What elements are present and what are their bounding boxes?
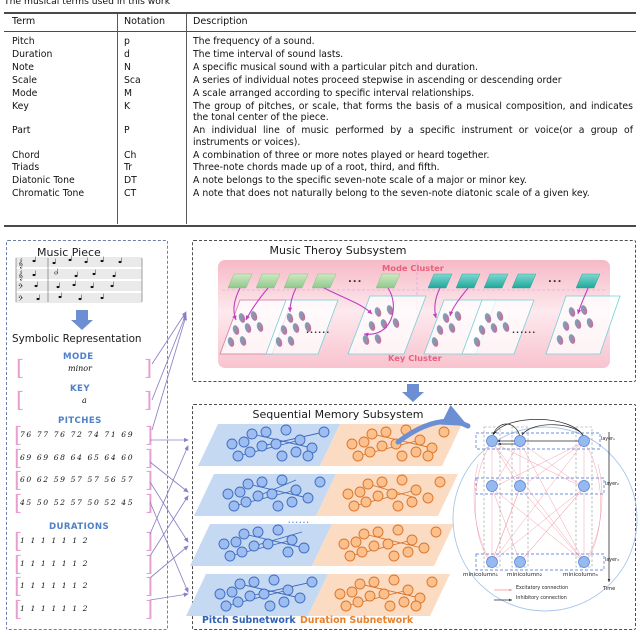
cell-term: Scale (12, 74, 38, 86)
cell-term: Duration (12, 48, 53, 60)
bracket-right-duration-0: ] (145, 529, 154, 553)
duration-row: 1 1 1 1 1 1 2 (20, 581, 90, 590)
cell-term: Pitch (12, 36, 35, 47)
cell-description: The group of pitches, or scale, that for… (193, 100, 633, 124)
cell-term: Note (12, 61, 35, 73)
duration-row: 1 1 1 1 1 1 2 (20, 536, 90, 545)
cell-description: The time interval of sound lasts. (193, 48, 344, 60)
table-caption: The musical terms used in this work (4, 0, 171, 7)
duration-row: 1 1 1 1 1 1 2 (20, 603, 90, 613)
bracket-right-pitch-3: ] (145, 490, 154, 515)
pitches-label: PITCHES (58, 416, 102, 426)
table-column-divider-2 (186, 14, 188, 224)
layer-2-label: layer₂ (605, 482, 619, 487)
pitch-subnetwork-label: Pitch Subnetwork (202, 615, 296, 626)
column-header-description: Description (193, 16, 248, 27)
memory-ellipsis: ...... (288, 517, 310, 525)
legend-inhibitory-label: Inhibitory connection (516, 596, 567, 601)
musical-terms-table: The musical terms used in this work Term… (0, 0, 640, 232)
layer-1-label: layer₁ (601, 437, 615, 442)
table-bottom-rule (4, 225, 636, 228)
bracket-right-pitch-1: ] (145, 445, 154, 470)
cell-notation: M (124, 87, 133, 99)
key-ellipsis-right: ...... (512, 326, 537, 335)
svg-text:𝄞: 𝄞 (18, 258, 23, 269)
cell-notation: K (124, 100, 131, 112)
time-axis-label: Time (603, 586, 616, 592)
cell-description: Three-note chords made up of a root, thi… (193, 162, 440, 174)
minicolumn-1-label: minicolumn₁ (463, 572, 498, 578)
bracket-left-mode: [ (16, 356, 25, 380)
cell-term: Mode (12, 87, 38, 99)
key-value: a (82, 396, 87, 405)
architecture-diagram: Music Piece 𝄞 𝄞 𝄢 𝄢 Symbolic Representat… (0, 234, 640, 635)
pitch-row: 60 62 59 57 57 56 57 (20, 475, 135, 484)
cell-notation: N (124, 61, 131, 73)
cell-term: Diatonic Tone (12, 175, 75, 187)
sequential-memory-subsystem-title: Sequential Memory Subsystem (252, 408, 424, 421)
symbolic-representation-title: Symbolic Representation (12, 333, 142, 345)
svg-text:𝄞: 𝄞 (18, 270, 23, 281)
cell-description: A note that does not naturally belong to… (193, 188, 590, 200)
column-header-term: Term (12, 16, 36, 27)
cell-notation: CT (124, 188, 137, 200)
key-ellipsis-left: ...... (306, 326, 331, 335)
cell-notation: d (124, 48, 130, 60)
layer-n-label: layer₃ (605, 558, 619, 563)
bracket-right-duration-3: ] (145, 596, 154, 621)
svg-text:𝄢: 𝄢 (18, 283, 23, 292)
cell-notation: Sca (124, 74, 141, 86)
column-header-notation: Notation (124, 16, 166, 27)
cell-term: Chromatic Tone (12, 188, 85, 200)
bracket-right-mode: ] (144, 356, 153, 380)
pitch-row: 76 77 76 72 74 71 69 (20, 430, 135, 439)
durations-label: DURATIONS (49, 522, 110, 532)
mode-value: minor (68, 364, 92, 373)
mode-cluster-label: Mode Cluster (382, 263, 444, 273)
mode-label: MODE (63, 352, 94, 362)
bracket-left-key: [ (16, 388, 25, 412)
music-theory-subsystem-title: Music Theroy Subsystem (269, 244, 407, 257)
minicolumn-2-label: minicolumn₂ (507, 572, 542, 578)
minicolumn-n-label: minicolumnₙ (563, 572, 598, 578)
bracket-right-key: ] (144, 388, 153, 412)
duration-row: 1 1 1 1 1 1 2 (20, 558, 90, 568)
cell-notation: DT (124, 175, 137, 187)
table-top-rule (4, 12, 636, 15)
cell-notation: Tr (124, 162, 133, 174)
mode-ellipsis-left: ... (348, 274, 363, 285)
sequential-memory-subsystem-panel (192, 404, 636, 630)
cell-notation: p (124, 36, 130, 47)
cell-description: A specific musical sound with a particul… (193, 61, 478, 73)
music-staff: 𝄞 𝄞 𝄢 𝄢 (14, 255, 146, 304)
duration-subnetwork-label: Duration Subnetwork (300, 615, 414, 626)
cell-description: A scale arranged according to specific i… (193, 87, 475, 99)
bracket-right-pitch-0: ] (145, 423, 154, 447)
cell-term: Part (12, 125, 31, 136)
cell-description: An individual line of music performed by… (193, 125, 633, 148)
cell-description: A combination of three or more notes pla… (193, 149, 490, 161)
legend-excitatory-label: Excitatory connection (516, 586, 569, 591)
mode-ellipsis-right: ... (548, 274, 563, 285)
bracket-right-pitch-2: ] (145, 468, 154, 492)
svg-text:𝄢: 𝄢 (18, 295, 23, 304)
cell-description: A series of individual notes proceed ste… (193, 74, 562, 86)
table-header-rule (4, 31, 636, 33)
bracket-right-duration-2: ] (145, 574, 154, 598)
table-column-divider-1 (117, 14, 119, 224)
cell-notation: Ch (124, 149, 137, 161)
cell-term: Triads (12, 162, 40, 174)
cell-notation: P (124, 125, 130, 136)
key-cluster-label: Key Cluster (388, 353, 442, 363)
cell-term: Key (12, 100, 29, 112)
key-label: KEY (70, 384, 90, 394)
cell-description: The frequency of a sound. (193, 36, 315, 47)
cell-description: A note belongs to the specific seven-not… (193, 175, 527, 187)
pitch-row: 69 69 68 64 65 64 60 (20, 452, 135, 462)
pitch-row: 45 50 52 57 50 52 45 (20, 497, 135, 507)
bracket-right-duration-1: ] (145, 551, 154, 576)
cell-term: Chord (12, 149, 40, 161)
